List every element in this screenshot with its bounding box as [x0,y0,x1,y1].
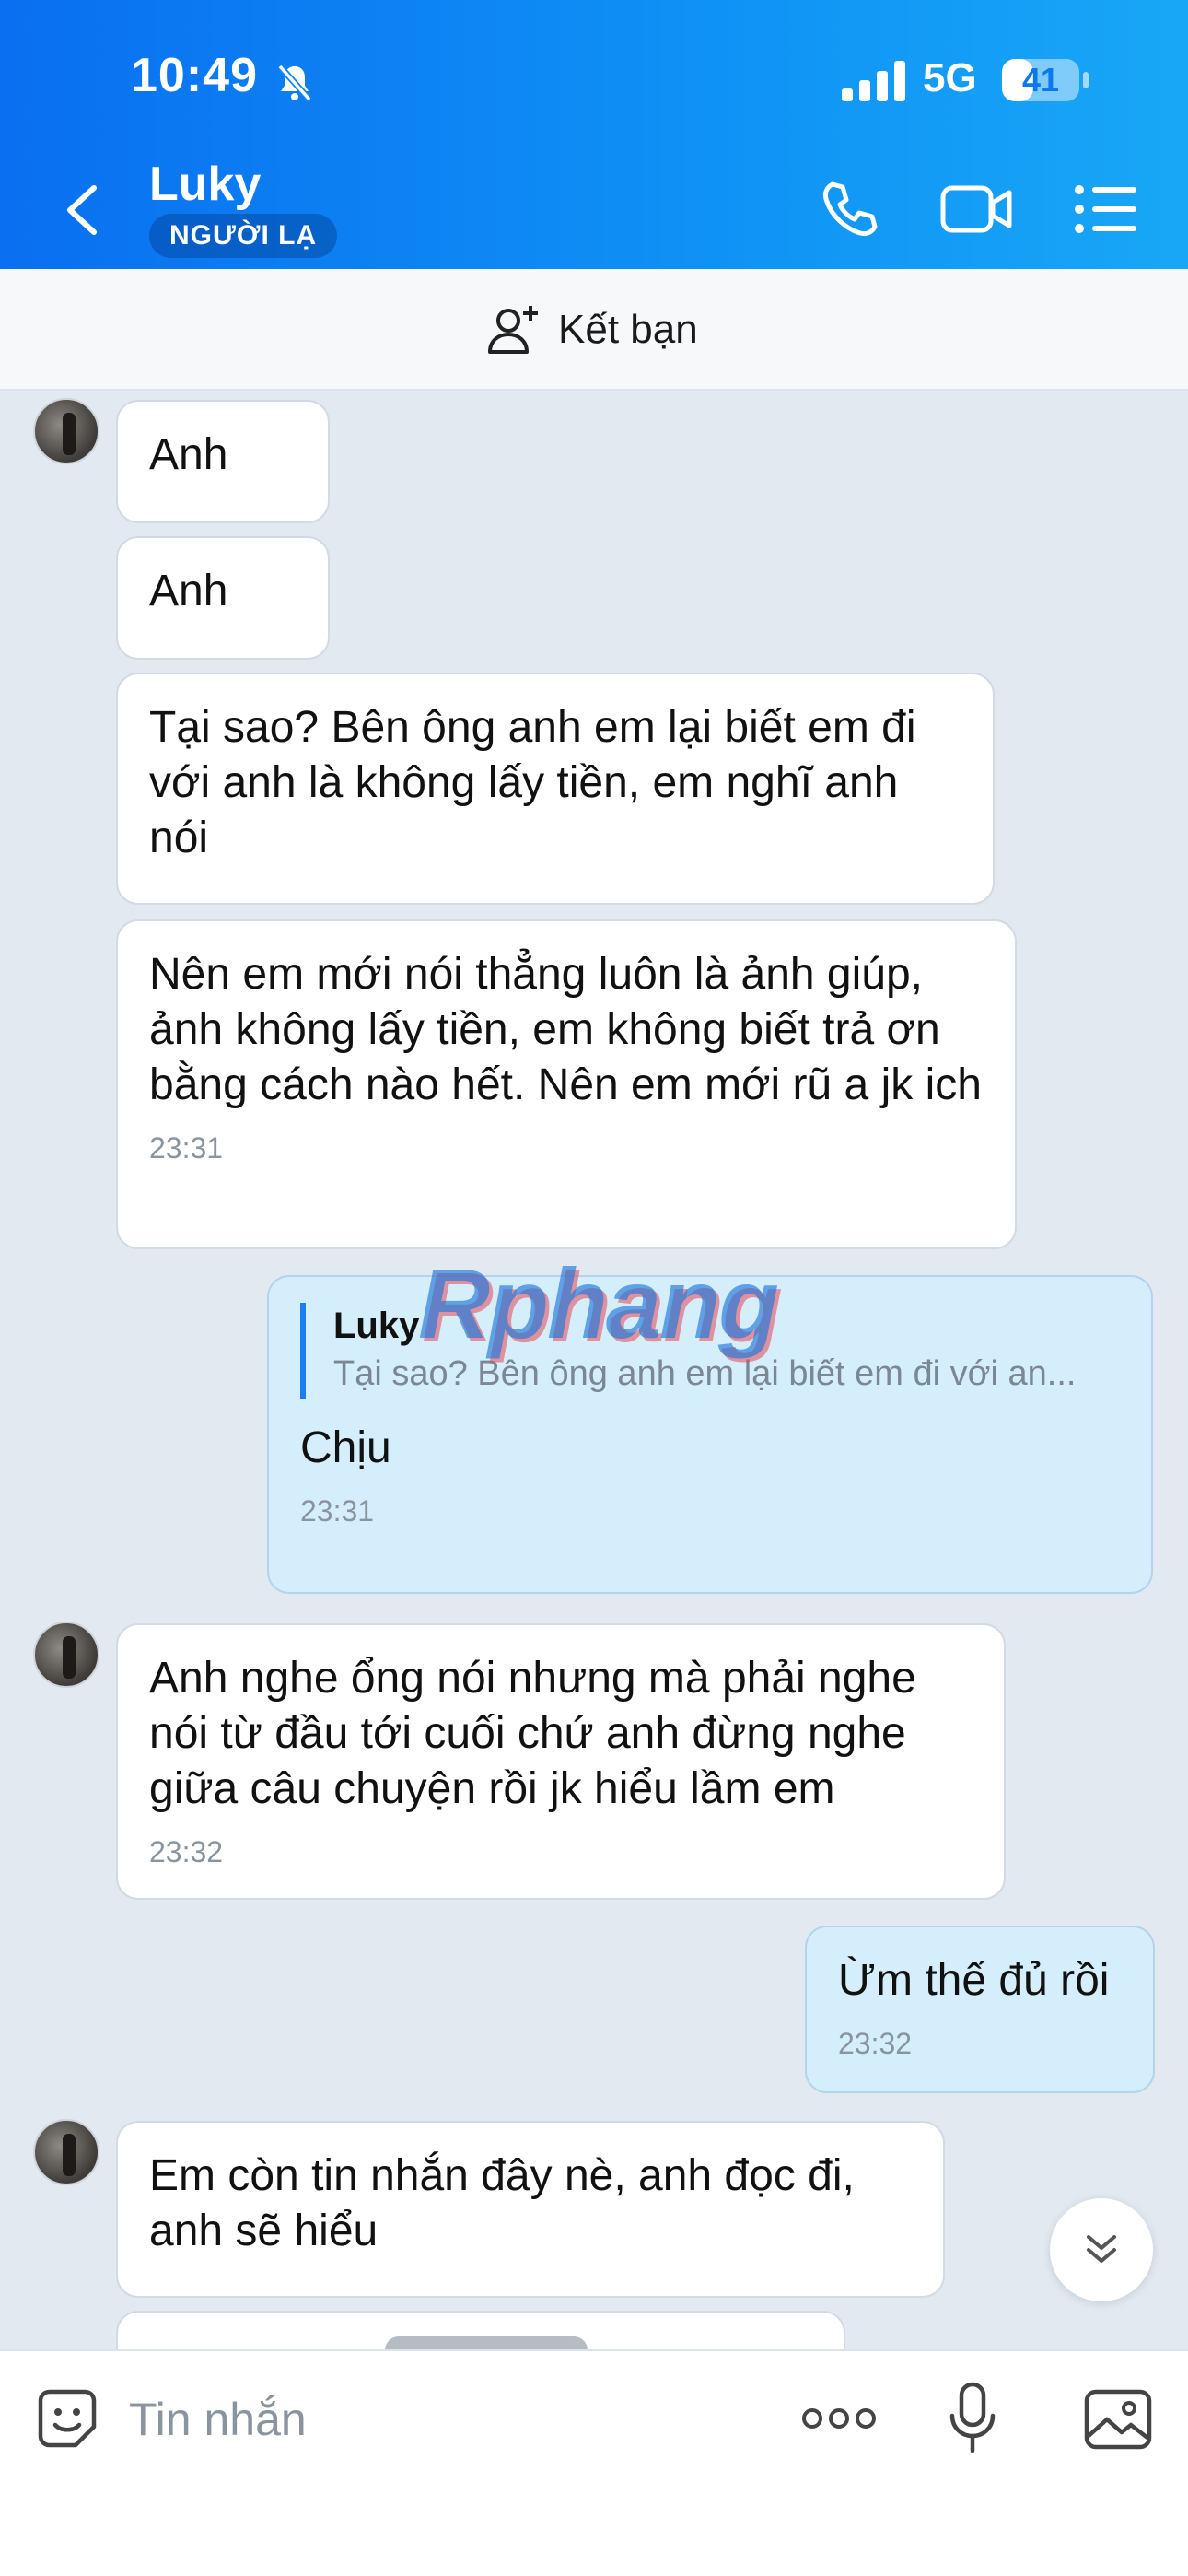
signal-icon [842,61,905,101]
message-bubble[interactable]: Em còn tin nhắn đây nè, anh đọc đi, anh … [116,2121,945,2298]
microphone-icon[interactable] [949,2381,996,2456]
avatar[interactable] [33,2119,99,2185]
message-text: Chịu [300,1423,391,1472]
message-text: Tại sao? Bên ông anh em lại biết em đi v… [149,703,916,862]
message-text: Anh [149,430,228,479]
status-time: 10:49 [131,49,258,102]
image-icon[interactable] [1083,2388,1153,2451]
message-time: 23:32 [149,1835,224,1868]
message-time: 23:31 [149,1131,224,1165]
chat-header: 10:49 5G 41 Luky NGƯỜI LẠ [0,0,1188,269]
avatar[interactable] [33,1622,99,1688]
message-input[interactable] [129,2384,681,2454]
message-text: Anh nghe ổng nói nhưng mà phải nghe nói … [149,1654,916,1813]
back-button[interactable] [55,175,107,245]
my-message-bubble[interactable]: Ừm thế đủ rồi 23:32 [805,1926,1155,2093]
message-text: Ừm thế đủ rồi [838,1956,1110,2005]
add-friend-label: Kết bạn [558,307,698,352]
watermark: Rphang [418,1247,779,1359]
message-bubble[interactable]: Anh nghe ổng nói nhưng mà phải nghe nói … [116,1623,1006,1900]
message-text: Em còn tin nhắn đây nè, anh đọc đi, anh … [149,2151,855,2255]
bell-slash-icon [277,64,312,102]
message-bubble[interactable]: Anh [116,536,330,660]
scroll-to-bottom-button[interactable] [1050,2198,1153,2301]
message-text: Anh [149,567,228,615]
add-user-icon [488,306,538,354]
video-camera-icon[interactable] [939,179,1013,240]
contact-name[interactable]: Luky [149,157,261,212]
stranger-badge: NGƯỜI LẠ [149,214,338,258]
avatar[interactable] [33,398,99,464]
message-time: 23:32 [838,2027,913,2060]
double-chevron-down-icon [1087,2235,1116,2263]
message-bubble[interactable]: Anh [116,400,330,523]
network-label: 5G [923,55,977,100]
message-text: Nên em mới nói thẳng luôn là ảnh giúp, ả… [149,950,982,1109]
add-friend-button[interactable]: Kết bạn [486,304,698,356]
sticker-icon[interactable] [33,2384,101,2453]
add-friend-bar[interactable]: Kết bạn [0,269,1188,391]
phone-icon[interactable] [820,179,880,240]
list-menu-icon[interactable] [1074,179,1138,240]
battery-level: 41 [1021,61,1060,99]
message-time: 23:31 [300,1494,375,1528]
battery-indicator: 41 [1002,59,1079,101]
message-bubble[interactable]: Nên em mới nói thẳng luôn là ảnh giúp, ả… [116,919,1017,1249]
message-input-bar [0,2349,1188,2576]
battery-tip [1083,72,1089,88]
more-dots-icon[interactable] [801,2403,877,2434]
message-bubble[interactable]: Tại sao? Bên ông anh em lại biết em đi v… [116,673,995,905]
